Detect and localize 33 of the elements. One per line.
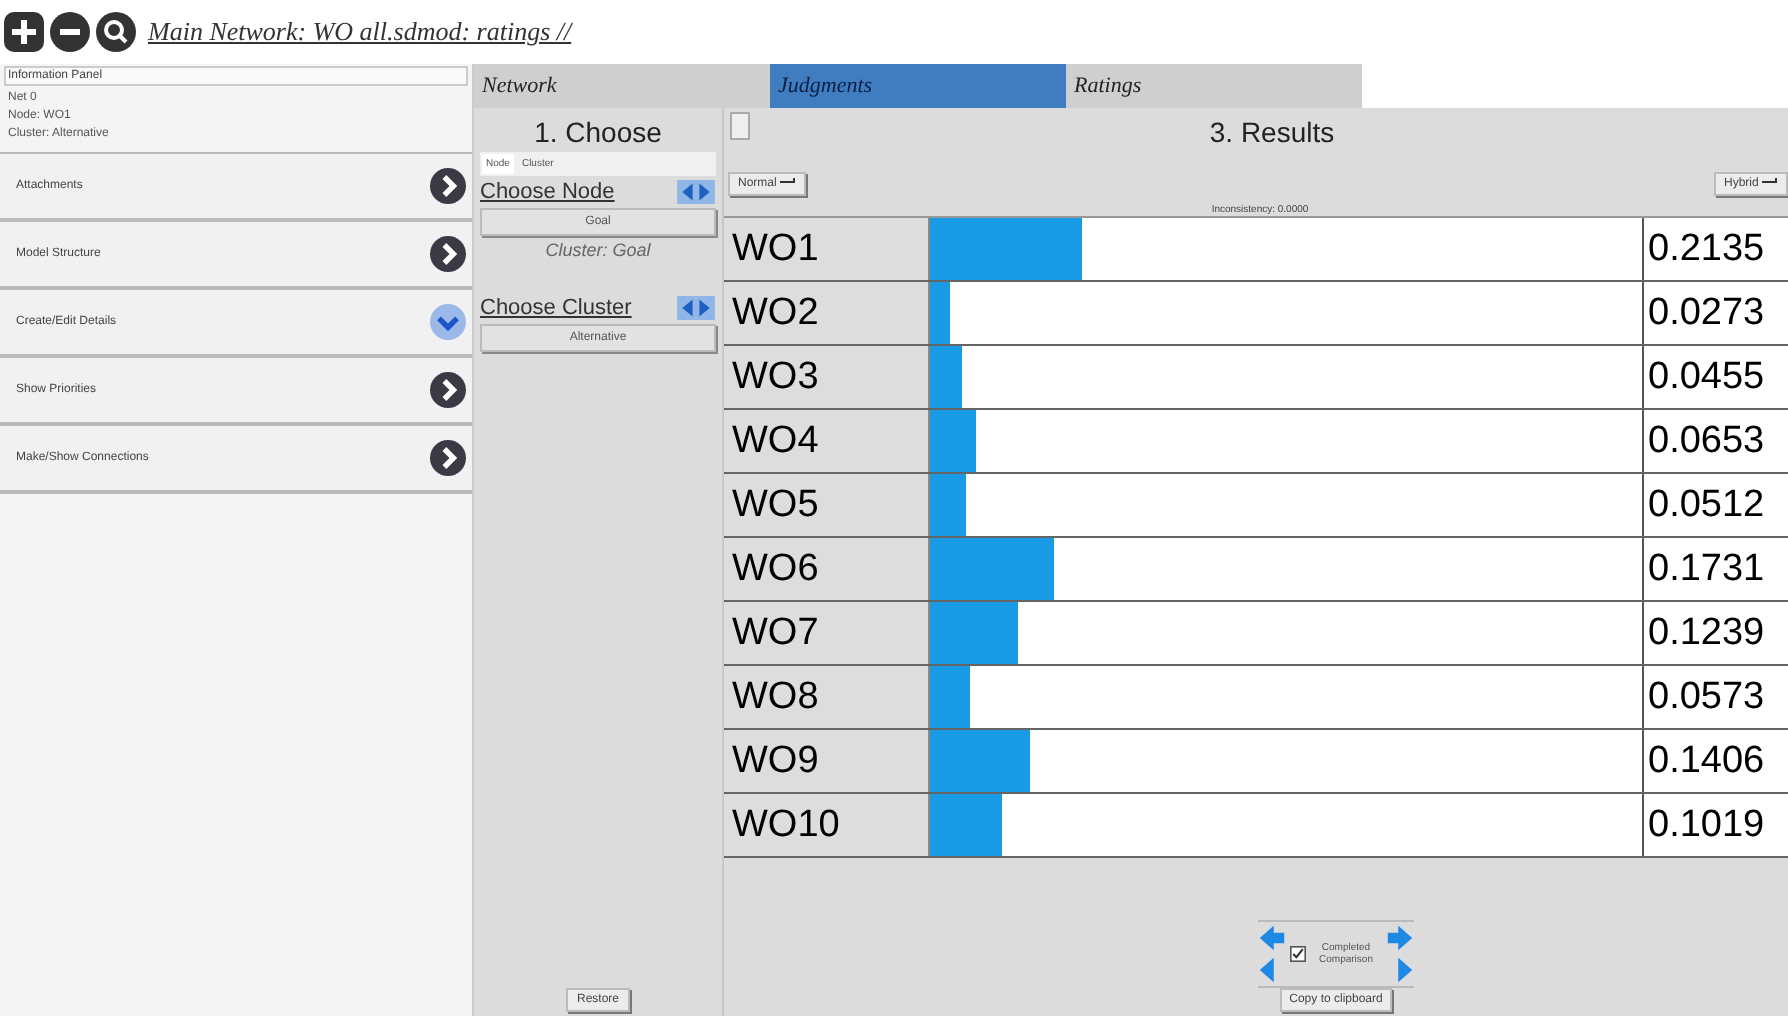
chevron-right-icon[interactable] [430, 236, 466, 272]
tab[interactable]: Ratings [1066, 64, 1362, 108]
cluster-note: Cluster: Goal [543, 240, 653, 260]
choose-cluster-label: Choose Cluster [480, 296, 632, 320]
table-cell: 0.1406 [1642, 730, 1788, 792]
chevron-down-icon[interactable] [430, 304, 466, 340]
chevron-right-icon[interactable] [430, 168, 466, 204]
table-cell: 0.0512 [1642, 474, 1788, 536]
table-cell: 0.0273 [1642, 282, 1788, 344]
table-cell: 0.0653 [1642, 410, 1788, 472]
toggle-button[interactable] [730, 112, 750, 140]
arrows-icon[interactable] [676, 180, 716, 204]
network-path-link[interactable]: Main Network: WO all.sdmod: ratings // [148, 16, 572, 48]
tab[interactable]: Network [474, 64, 770, 108]
chevron-right-icon[interactable] [430, 372, 466, 408]
table-cell: 0.1019 [1642, 794, 1788, 856]
table-cell: 0.2135 [1642, 218, 1788, 280]
add-icon[interactable] [4, 12, 44, 52]
remove-icon[interactable] [50, 12, 90, 52]
arrows-icon[interactable] [676, 296, 716, 320]
checkbox[interactable] [1290, 946, 1306, 962]
chevron-right-icon[interactable] [430, 440, 466, 476]
table-cell: 0.1239 [1642, 602, 1788, 664]
step-title: 1. Choose [532, 114, 664, 152]
table-cell: 0.0573 [1642, 666, 1788, 728]
search-icon[interactable] [96, 12, 136, 52]
dropdown-icon [1762, 178, 1778, 186]
choose-node-label: Choose Node [480, 180, 615, 204]
table-cell: 0.1731 [1642, 538, 1788, 600]
tab[interactable]: Judgments [770, 64, 1066, 108]
dropdown-icon [780, 178, 797, 186]
step-title: 3. Results [1207, 114, 1337, 148]
table-cell: 0.0455 [1642, 346, 1788, 408]
